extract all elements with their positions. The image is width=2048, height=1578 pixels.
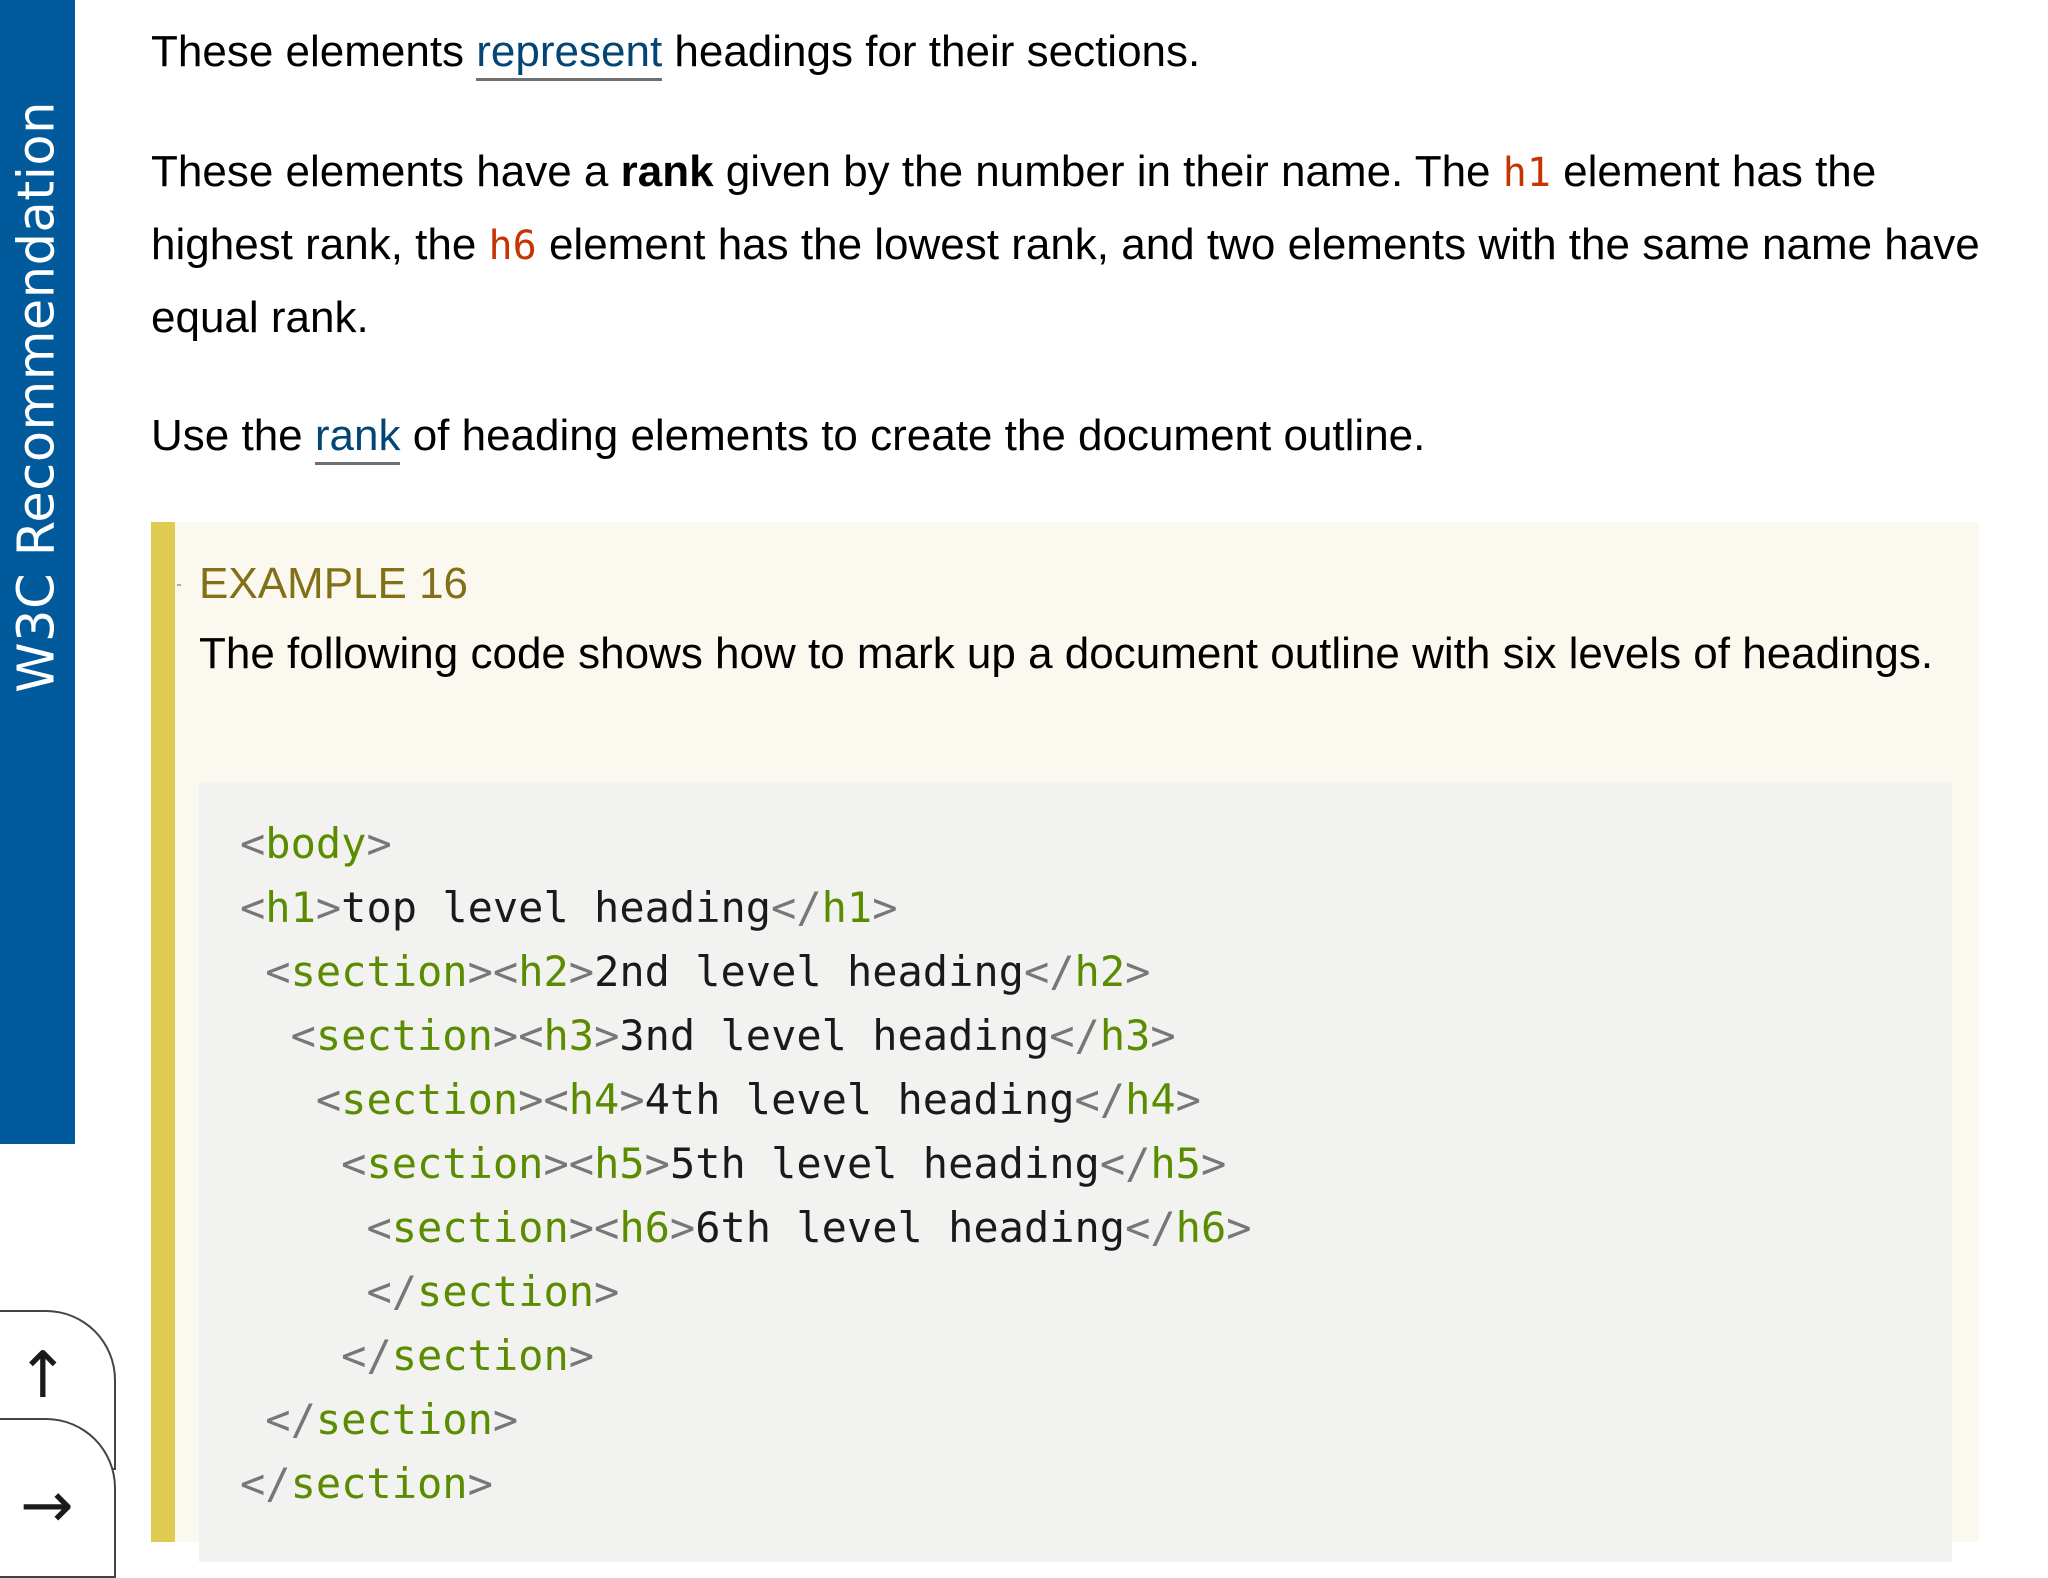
- example-box: EXAMPLE 16 The following code shows how …: [151, 522, 1979, 1562]
- code-line: <h1>top level heading</h1>: [240, 883, 898, 932]
- represent-link[interactable]: represent: [476, 27, 663, 81]
- text: of heading elements to create the docume…: [400, 411, 1426, 460]
- example-title[interactable]: EXAMPLE 16: [199, 554, 468, 614]
- next-section-button[interactable]: →: [0, 1418, 116, 1578]
- h1-element-link[interactable]: h1: [1503, 150, 1551, 196]
- code-line: <body>: [240, 819, 392, 868]
- code-line: </section>: [366, 1267, 620, 1316]
- code-line: <section><h4>4th level heading</h4>: [315, 1075, 1201, 1124]
- arrow-right-icon: →: [20, 1469, 74, 1543]
- code-block: <body> <h1>top level heading</h1> <secti…: [199, 782, 1952, 1562]
- paragraph-represent: These elements represent headings for th…: [151, 16, 2001, 88]
- code-line: <section><h6>6th level heading</h6>: [366, 1203, 1252, 1252]
- code-line: <section><h5>5th level heading</h5>: [341, 1139, 1227, 1188]
- navigation-controls: ↑ →: [0, 1310, 116, 1578]
- h6-element-link[interactable]: h6: [489, 223, 537, 269]
- badge-label: W3C Recommendation: [7, 101, 67, 693]
- code-line: </section>: [240, 1459, 493, 1508]
- text: These elements have a: [151, 147, 621, 196]
- paragraph-outline: Use the rank of heading elements to crea…: [151, 400, 2001, 472]
- example-description: The following code shows how to mark up …: [199, 629, 1934, 678]
- text: given by the number in their name. The: [713, 147, 1503, 196]
- paragraph-rank: These elements have a rank given by the …: [151, 136, 2001, 354]
- code-line: <section><h3>3nd level heading</h3>: [290, 1011, 1176, 1060]
- text: Use the: [151, 411, 315, 460]
- text: headings for their sections.: [662, 27, 1201, 76]
- code-line: </section>: [265, 1395, 519, 1444]
- code-line: <section><h2>2nd level heading</h2>: [265, 947, 1151, 996]
- rank-term: rank: [620, 147, 714, 196]
- code-line: </section>: [341, 1331, 595, 1380]
- rank-link[interactable]: rank: [314, 411, 401, 465]
- example-anchor-marker[interactable]: [177, 584, 181, 586]
- text: These elements: [151, 27, 477, 76]
- w3c-recommendation-badge[interactable]: W3C Recommendation: [0, 0, 75, 1144]
- code-listing: <body> <h1>top level heading</h1> <secti…: [240, 812, 1252, 1516]
- arrow-up-icon: ↑: [16, 1339, 70, 1413]
